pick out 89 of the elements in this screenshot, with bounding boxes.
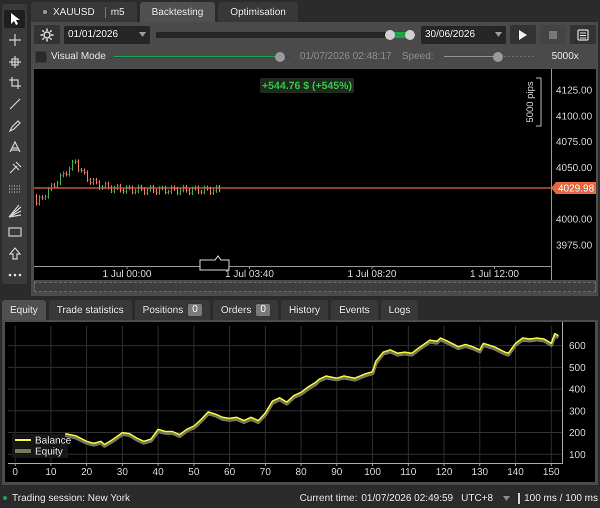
more-icon [6, 272, 22, 277]
price-label: 4125.00 [556, 86, 592, 96]
time-label: 1 Jul 00:00 [102, 269, 152, 280]
slider-thumb[interactable] [274, 52, 285, 62]
axis-tick-label: 110 [400, 467, 416, 478]
count-badge: 0 [188, 304, 202, 316]
legend-swatch [15, 449, 31, 453]
tab[interactable]: Logs [380, 300, 418, 320]
axis-tick-label: 300 [569, 406, 586, 418]
tool-button[interactable] [4, 10, 25, 28]
price-label: 4075.00 [556, 137, 592, 148]
axis-tick-label: 40 [152, 467, 164, 478]
axis-tick-label: 100 [364, 467, 381, 478]
tab[interactable]: Orders 0 [212, 300, 278, 320]
timezone-label: UTC+8 [461, 492, 494, 504]
axis-tick-label: 500 [569, 362, 586, 374]
tab[interactable]: Optimisation [218, 2, 298, 22]
stop-icon [547, 28, 559, 40]
status-dot-icon [43, 10, 47, 14]
scale-label: 5000 pips [525, 81, 536, 123]
price-label: 4000.00 [556, 214, 592, 226]
crop-icon [6, 75, 22, 92]
profit-label: +544.76 $ (+545%) [260, 78, 354, 93]
pen-icon [6, 118, 22, 134]
slider-thumb[interactable] [405, 30, 415, 40]
tab[interactable]: Positions 0 [134, 300, 210, 320]
tab[interactable]: History [280, 300, 328, 320]
axis-tick-label: 100 [569, 450, 586, 461]
tab[interactable]: Backtesting [140, 2, 216, 22]
dropdown-caret-icon [503, 496, 510, 500]
speed-value: 5000x [552, 51, 579, 62]
axis-tick-label: 130 [471, 467, 488, 478]
date-field[interactable]: 30/06/2026 [421, 26, 506, 44]
scrollbar[interactable] [34, 282, 596, 292]
checkbox[interactable] [35, 50, 47, 62]
axis-tick-label: 20 [81, 467, 92, 478]
axis-tick-label: 0 [12, 467, 18, 478]
settings-icon [40, 28, 54, 42]
play-icon [517, 28, 529, 40]
session-label: Trading session: New York [12, 492, 130, 504]
axis-tick-label: 140 [507, 467, 524, 478]
axis-tick-label: 120 [436, 467, 452, 478]
axis-tick-label: 150 [542, 467, 560, 478]
date-range-slider[interactable] [156, 30, 415, 40]
axis-tick-label: 80 [296, 467, 307, 478]
time-label: 1 Jul 08:20 [348, 269, 396, 280]
dropdown-caret-icon [495, 32, 502, 37]
speed-label: Speed: [402, 51, 434, 62]
axis-tick-label: 400 [569, 384, 586, 396]
axis-tick-label: 70 [260, 467, 271, 478]
axis-tick-label: 600 [569, 341, 586, 352]
dropdown-caret-icon [139, 32, 146, 37]
slider-thumb[interactable] [493, 52, 504, 62]
tab[interactable]: Events [331, 300, 378, 320]
symbol-label: XAUUSD [53, 6, 96, 18]
date-field[interactable]: 01/01/2026 [64, 26, 150, 44]
current-price-label: 4029.98 [551, 182, 596, 194]
save-button[interactable] [570, 25, 596, 44]
crosshair-icon [6, 54, 22, 70]
slider-thumb[interactable] [385, 30, 396, 40]
axis-tick-label: 30 [116, 467, 128, 478]
settings-button[interactable] [34, 25, 60, 44]
axis-tick-label: 90 [331, 467, 342, 478]
scale-bracket [536, 78, 542, 126]
list-icon [577, 28, 589, 40]
count-badge: 0 [256, 304, 270, 316]
axis-tick-label: 10 [45, 467, 56, 478]
timeframe-label: m5 [104, 6, 125, 18]
checkbox-label: Visual Mode [51, 51, 106, 62]
tab[interactable]: Trade statistics [48, 300, 132, 320]
price-label: 4100.00 [556, 111, 592, 122]
arrow-icon [6, 246, 22, 262]
latency-label: 100 ms / 100 ms [518, 492, 598, 504]
current-time: 01/07/2026 02:49:59 [361, 492, 454, 504]
scroll-handle-icon[interactable] [200, 255, 230, 270]
time-caption: Current time: [300, 492, 358, 504]
axis-tick-label: 60 [224, 467, 236, 478]
price-label: 4050.00 [556, 162, 592, 174]
price-label: 3975.00 [556, 240, 592, 252]
tab[interactable]: Equity [2, 300, 46, 320]
fan-icon [6, 202, 22, 219]
chart-tab[interactable]: XAUUSD m5 [31, 2, 137, 22]
play-button[interactable] [510, 25, 536, 44]
axis-tick-label: 200 [569, 428, 586, 440]
time-label: 1 Jul 12:00 [470, 269, 519, 280]
legend-label: Balance [35, 436, 72, 446]
legend-label: Equity [35, 446, 63, 458]
axis-tick-label: 50 [188, 467, 200, 478]
crosshair-icon [6, 32, 22, 48]
